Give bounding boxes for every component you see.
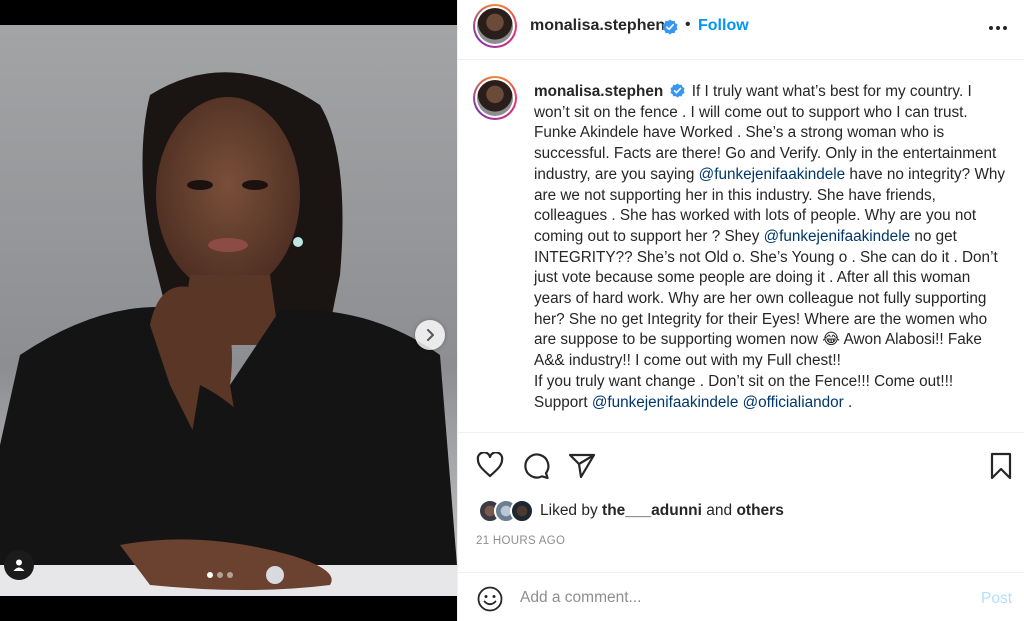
caption-segment: . (843, 393, 853, 411)
caption-section: monalisa.stephen If I truly want what’s … (458, 61, 1024, 432)
likes-others-link[interactable]: others (736, 502, 783, 519)
bookmark-icon[interactable] (989, 452, 1013, 480)
carousel-dot (207, 572, 213, 578)
avatar-image (477, 8, 513, 44)
mention-link[interactable]: @funkejenifaakindele (699, 166, 846, 183)
post-media[interactable] (0, 25, 457, 596)
instagram-post: monalisa.stephen • Follow monalisa.steph… (0, 0, 1024, 621)
likes-summary: Liked by the___adunni and others (540, 502, 784, 519)
tagged-users-button[interactable] (4, 550, 34, 580)
separator-dot: • (685, 16, 691, 33)
header-username[interactable]: monalisa.stephen (530, 17, 665, 35)
liker-avatar (510, 499, 534, 523)
post-side-panel: monalisa.stephen • Follow monalisa.steph… (457, 0, 1024, 621)
verified-badge-icon (662, 19, 678, 35)
post-comment-button[interactable]: Post (981, 590, 1012, 608)
mention-link[interactable]: @officialiandor (743, 394, 844, 411)
caption-username[interactable]: monalisa.stephen (534, 83, 663, 100)
post-photo (0, 25, 457, 596)
comment-composer: Post (458, 572, 1024, 621)
verified-badge-icon (670, 83, 685, 98)
mention-link[interactable]: @funkejenifaakindele (764, 228, 911, 245)
action-bar (458, 432, 1024, 494)
carousel-dot (217, 572, 223, 578)
send-icon[interactable] (568, 452, 596, 480)
avatar-image (477, 80, 513, 116)
carousel-indicator (207, 572, 233, 578)
caption-avatar[interactable] (473, 76, 517, 120)
comment-input[interactable] (520, 586, 960, 610)
heart-icon[interactable] (476, 452, 504, 478)
user-tag-icon (13, 559, 25, 571)
carousel-dot (227, 572, 233, 578)
next-image-button[interactable] (415, 320, 445, 350)
more-horizontal-icon[interactable] (988, 18, 1008, 38)
liker-username[interactable]: the___adunni (602, 502, 702, 519)
avatar[interactable] (473, 4, 517, 48)
post-timestamp[interactable]: 21 HOURS AGO (476, 535, 565, 547)
mention-link[interactable]: @funkejenifaakindele (592, 394, 739, 411)
comment-icon[interactable] (522, 452, 550, 480)
caption-segment: no get INTEGRITY?? She’s not Old o. She’… (534, 227, 998, 370)
follow-button[interactable]: Follow (698, 17, 749, 35)
post-header: monalisa.stephen • Follow (458, 0, 1024, 60)
smiley-icon[interactable] (477, 586, 503, 612)
chevron-right-icon (427, 329, 434, 341)
caption-text: monalisa.stephen If I truly want what’s … (534, 82, 1006, 413)
caption-body: If I truly want what’s best for my count… (534, 83, 1005, 411)
likes-row: Liked by the___adunni and others (478, 497, 784, 525)
